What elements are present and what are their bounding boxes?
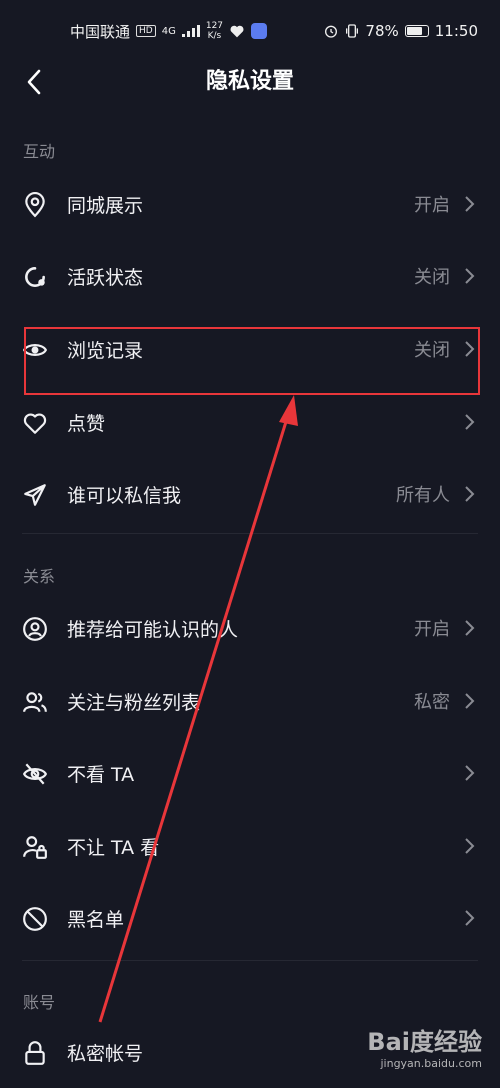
carrier-name: 中国联通 [70, 22, 131, 41]
chevron-right-icon [465, 838, 475, 854]
watermark-url: jingyan.baidu.com [380, 1057, 482, 1070]
music-app-icon [251, 23, 268, 39]
location-pin-icon [25, 192, 45, 218]
row-label: 不看 TA [67, 763, 135, 786]
user-circle-icon [23, 617, 47, 641]
row-label: 浏览记录 [67, 339, 144, 362]
row-value: 开启 [414, 619, 450, 640]
users-icon [23, 692, 47, 713]
row-active-status[interactable]: 活跃状态 关闭 [0, 240, 500, 312]
status-bar: 中国联通 HD 4G 127 K/s 78% 11:50 [0, 0, 500, 62]
heart-icon [23, 413, 47, 434]
row-label: 黑名单 [67, 908, 125, 931]
signal-type: 4G [161, 25, 176, 37]
chevron-right-icon [465, 414, 475, 430]
chevron-right-icon [465, 196, 475, 212]
nav-header: 隐私设置 [0, 62, 500, 102]
row-value: 关闭 [414, 267, 450, 288]
page-title: 隐私设置 [205, 69, 294, 94]
row-value: 私密 [414, 692, 450, 713]
network-speed: 127 K/s [206, 21, 223, 41]
vibrate-icon [346, 24, 359, 38]
row-value: 关闭 [414, 340, 450, 361]
clock: 11:50 [434, 22, 478, 40]
row-following-followers[interactable]: 关注与粉丝列表 私密 [0, 665, 500, 737]
chevron-right-icon [465, 693, 475, 709]
row-label: 点赞 [67, 412, 106, 435]
row-blacklist[interactable]: 黑名单 [0, 882, 500, 954]
chevron-right-icon [465, 268, 475, 284]
row-label: 谁可以私信我 [67, 484, 182, 507]
row-value: 开启 [414, 195, 450, 216]
status-right: 78% 11:50 [323, 22, 478, 40]
health-heart-icon [230, 25, 244, 38]
chevron-right-icon [465, 341, 475, 357]
chevron-right-icon [465, 486, 475, 502]
row-label: 不让 TA 看 [67, 836, 160, 859]
eye-off-icon [22, 763, 48, 785]
section-label-account: 账号 [23, 993, 56, 1012]
send-icon [24, 484, 46, 506]
section-label-interaction: 互动 [23, 142, 56, 161]
hd-badge: HD [136, 25, 156, 37]
watermark-logo: Bai度经验 [367, 1028, 482, 1056]
battery-icon [404, 25, 429, 37]
row-label: 同城展示 [67, 194, 144, 217]
row-local-display[interactable]: 同城展示 开启 [0, 168, 500, 240]
row-browse-history[interactable]: 浏览记录 关闭 [0, 313, 500, 385]
row-dont-see-them[interactable]: 不看 TA [0, 737, 500, 809]
speed-unit: K/s [207, 31, 222, 41]
row-who-can-message[interactable]: 谁可以私信我 所有人 [0, 458, 500, 530]
status-left: 中国联通 HD 4G 127 K/s [70, 21, 268, 42]
speed-value: 127 [205, 21, 224, 31]
section-divider [22, 533, 478, 534]
lock-icon [25, 1041, 45, 1065]
row-likes[interactable]: 点赞 [0, 386, 500, 458]
row-label: 私密帐号 [67, 1042, 144, 1065]
row-label: 活跃状态 [67, 266, 144, 289]
block-icon [23, 907, 47, 931]
eye-icon [22, 344, 48, 356]
chevron-right-icon [465, 620, 475, 636]
battery-fill [406, 27, 422, 35]
watermark: Bai度经验 jingyan.baidu.com [367, 1022, 482, 1070]
signal-bars-icon [181, 25, 200, 37]
row-dont-let-them-see[interactable]: 不让 TA 看 [0, 810, 500, 882]
section-divider [22, 960, 478, 961]
row-label: 关注与粉丝列表 [67, 691, 201, 714]
row-label: 推荐给可能认识的人 [67, 618, 239, 641]
row-recommend-to-acquaintances[interactable]: 推荐给可能认识的人 开启 [0, 592, 500, 664]
chevron-right-icon [465, 910, 475, 926]
active-status-icon [25, 267, 45, 287]
section-label-relations: 关系 [23, 567, 56, 586]
alarm-icon [325, 25, 338, 38]
chevron-right-icon [465, 765, 475, 781]
battery-percent: 78% [365, 22, 399, 40]
user-lock-icon [23, 836, 47, 859]
row-value: 所有人 [396, 485, 450, 506]
